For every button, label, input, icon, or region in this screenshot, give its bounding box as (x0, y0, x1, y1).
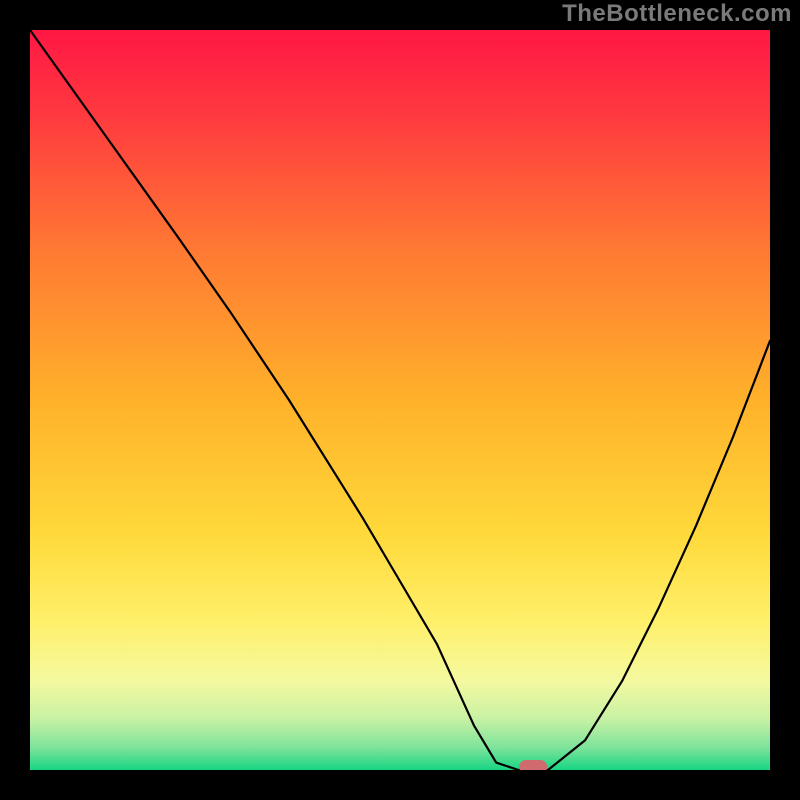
plot-area (30, 30, 770, 770)
watermark-text: TheBottleneck.com (562, 0, 792, 28)
chart-frame: TheBottleneck.com (0, 0, 800, 800)
gradient-background (30, 30, 770, 770)
optimal-marker (519, 760, 547, 770)
chart-svg (30, 30, 770, 770)
